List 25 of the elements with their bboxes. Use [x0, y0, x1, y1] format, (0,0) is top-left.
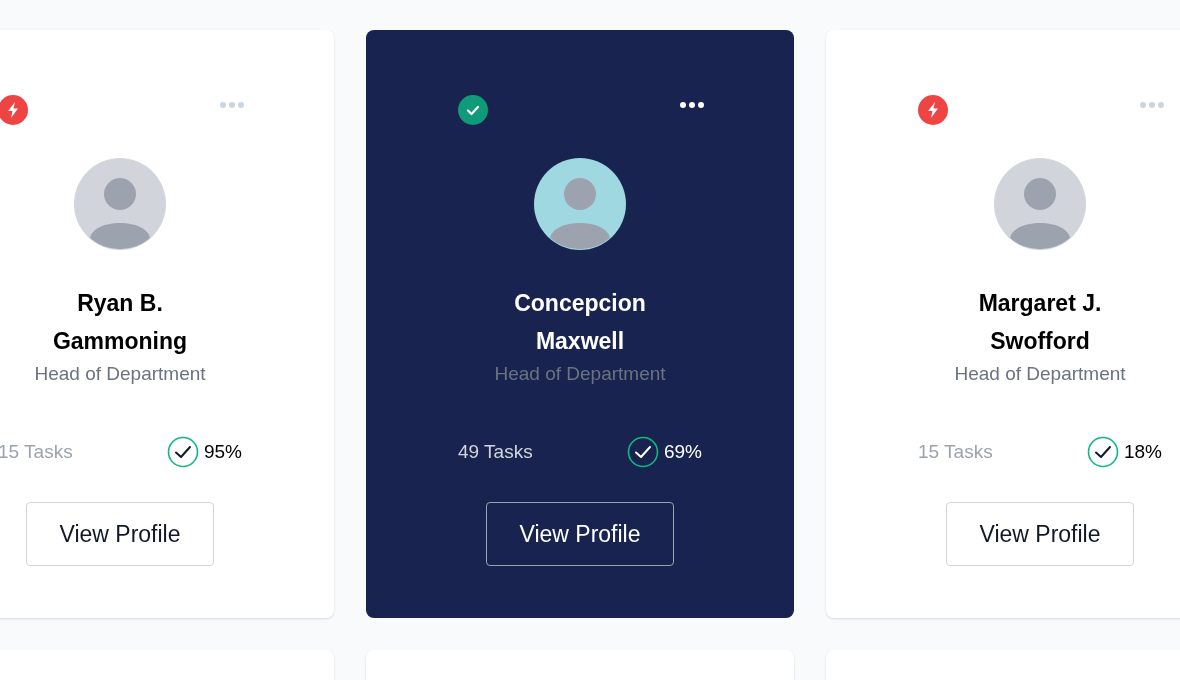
check-circle-icon	[626, 436, 659, 468]
view-profile-button[interactable]: View Profile	[486, 502, 674, 566]
check-icon	[458, 95, 488, 125]
more-icon[interactable]	[680, 102, 704, 108]
person-name: Margaret J. Swofford	[977, 289, 1103, 356]
person-name: Concepcion Maxwell	[513, 289, 647, 356]
task-count: 49 Tasks	[458, 439, 533, 464]
person-name: Ryan B. Gammoning	[51, 289, 189, 356]
lightning-icon	[0, 95, 28, 125]
task-count: 15 Tasks	[0, 439, 73, 464]
completion-percent: 69%	[663, 439, 702, 464]
lightning-icon	[918, 95, 948, 125]
profile-card[interactable]: Concepcion Maxwell Head of Department 49 Tasks 69% View Profile	[366, 30, 794, 618]
completion-percent: 95%	[203, 439, 242, 464]
view-profile-button[interactable]: View Profile	[26, 502, 214, 566]
job-title: Head of Department	[494, 362, 666, 386]
job-title: Head of Department	[34, 362, 206, 386]
job-title: Head of Department	[954, 362, 1126, 386]
profile-card[interactable]: Margaret J. Swofford Head of Department 15 Tasks 18% View Profile	[826, 30, 1180, 618]
check-circle-icon	[1086, 436, 1119, 468]
profile-card[interactable]: Ryan B. Gammoning Head of Department 15 Tasks 95% View Profile	[0, 30, 334, 618]
check-circle-icon	[166, 436, 199, 468]
completion-percent: 18%	[1123, 439, 1162, 464]
view-profile-button[interactable]: View Profile	[946, 502, 1134, 566]
task-count: 15 Tasks	[918, 439, 993, 464]
